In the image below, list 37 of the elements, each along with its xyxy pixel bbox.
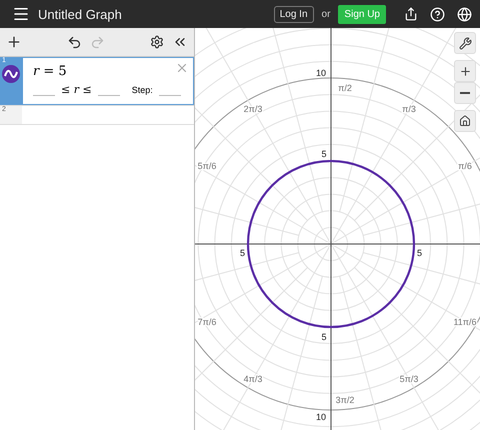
step-label: Step:: [132, 84, 153, 94]
share-icon[interactable]: [404, 7, 418, 21]
axis-tick-label: 10: [316, 412, 326, 422]
angle-label: 7π/6: [198, 317, 216, 327]
domain-inequality: ≤ r ≤: [61, 83, 92, 96]
plus-icon: [458, 64, 472, 78]
angle-label: π/2: [338, 83, 352, 93]
wrench-icon[interactable]: [454, 32, 476, 54]
axis-tick-label: 5: [322, 332, 327, 342]
angle-label: π/3: [402, 104, 416, 114]
home-icon: [459, 115, 471, 127]
settings-icon[interactable]: [150, 35, 164, 49]
wave-icon: [2, 65, 20, 83]
axis-tick-label: 5: [322, 149, 327, 159]
help-icon[interactable]: [430, 6, 445, 22]
graph-title: Untitled Graph: [38, 6, 123, 22]
add-icon[interactable]: [6, 34, 22, 50]
axis-tick-label: 10: [316, 68, 326, 78]
axis-tick-label: 5: [240, 248, 246, 258]
angle-label: 5π/6: [198, 161, 216, 171]
zoom-in-button[interactable]: [454, 60, 476, 82]
login-button[interactable]: Log In: [274, 6, 314, 22]
zoom-out-button[interactable]: [454, 82, 476, 104]
angle-label: 3π/2: [336, 395, 354, 405]
or-text: or: [322, 8, 330, 20]
angle-label: 11π/6: [453, 317, 477, 327]
axis-tick-label: 5: [417, 248, 422, 258]
menu-icon[interactable]: [12, 5, 30, 23]
angle-label: 2π/3: [244, 104, 262, 114]
angle-label: π/6: [458, 161, 472, 171]
globe-icon[interactable]: [457, 6, 472, 22]
undo-icon[interactable]: [67, 34, 82, 50]
home-button[interactable]: [454, 110, 476, 132]
angle-label: 5π/3: [400, 374, 418, 384]
expression-formula[interactable]: r = 5: [33, 64, 183, 79]
angle-label: 4π/3: [244, 374, 262, 384]
minus-icon: [460, 92, 470, 94]
